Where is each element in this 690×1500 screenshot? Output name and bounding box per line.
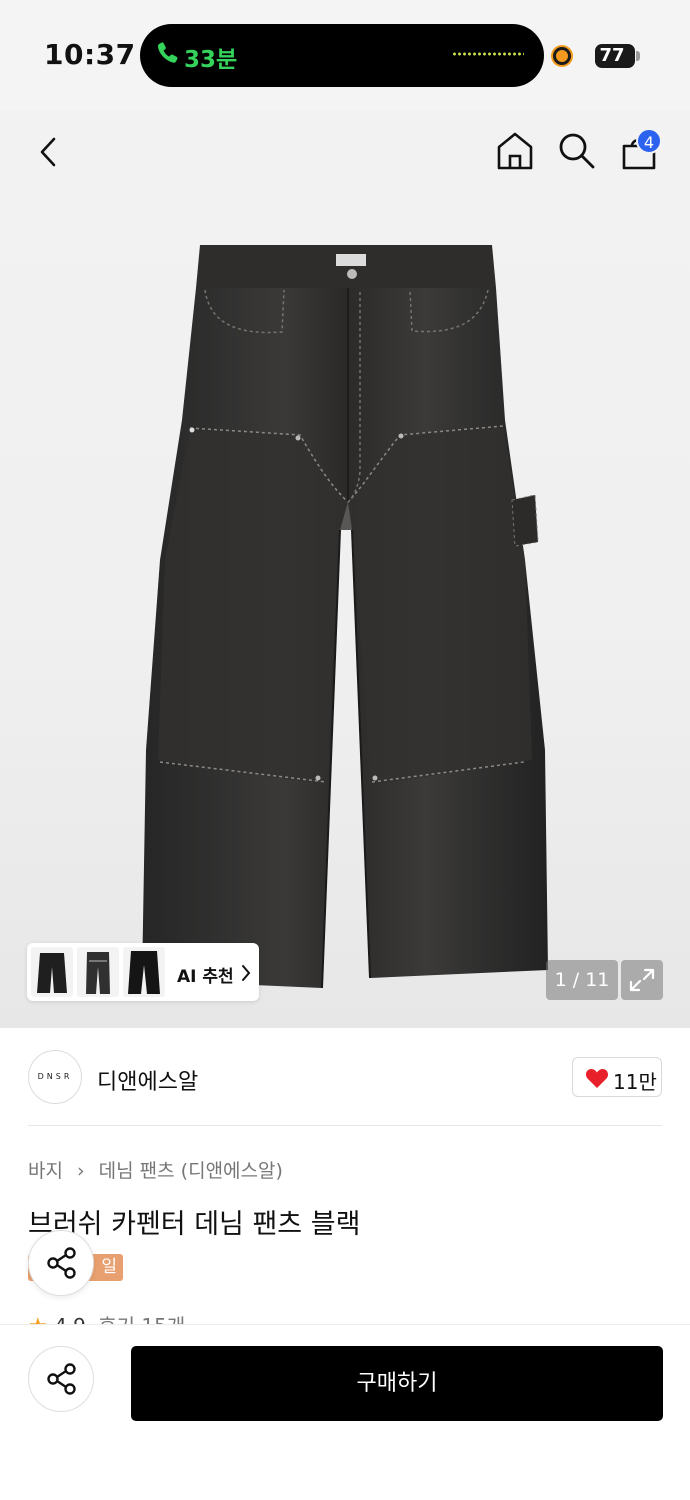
breadcrumb: 바지 › 데님 팬츠 (디앤에스알)	[28, 1156, 283, 1183]
breadcrumb-item[interactable]: 바지	[28, 1156, 63, 1183]
battery-percent: 77	[599, 45, 625, 66]
breadcrumb-separator-icon: ›	[77, 1160, 85, 1182]
share-icon	[47, 1247, 76, 1279]
cart-count-badge: 4	[636, 128, 662, 154]
like-button[interactable]: 11만	[572, 1057, 662, 1097]
breadcrumb-item[interactable]: 데님 팬츠 (디앤에스알)	[99, 1156, 283, 1183]
divider	[28, 1125, 662, 1126]
ai-thumb-2[interactable]	[77, 947, 119, 997]
product-image-gallery[interactable]	[0, 110, 690, 1028]
audio-wave-icon	[452, 52, 524, 56]
search-icon[interactable]	[557, 131, 597, 171]
ai-thumb-1[interactable]	[31, 947, 73, 997]
share-icon	[47, 1363, 76, 1395]
heart-icon	[585, 1069, 609, 1088]
expand-button[interactable]	[621, 960, 663, 1000]
brand-name[interactable]: 디앤에스알	[97, 1064, 198, 1096]
share-button[interactable]	[28, 1346, 94, 1412]
brand-logo[interactable]: DNSR	[28, 1050, 82, 1104]
ai-thumb-3[interactable]	[123, 947, 165, 997]
product-photo-jeans	[142, 245, 548, 989]
back-arrow-icon[interactable]	[36, 135, 62, 169]
chevron-right-icon	[242, 965, 251, 981]
ai-recommend-label[interactable]: AI 추천	[177, 962, 234, 987]
status-time: 10:37	[44, 38, 136, 71]
share-floating-button[interactable]	[28, 1230, 94, 1296]
image-counter: 1 / 11	[546, 960, 618, 1000]
phone-icon	[157, 42, 178, 63]
expand-icon	[629, 968, 655, 992]
battery-icon: 77	[595, 44, 635, 68]
call-duration: 33분	[184, 47, 238, 73]
recording-indicator-icon	[553, 47, 571, 65]
buy-button[interactable]: 구매하기	[131, 1346, 663, 1421]
home-icon[interactable]	[496, 131, 534, 171]
battery-cap	[636, 51, 640, 61]
like-count: 11만	[613, 1070, 657, 1094]
